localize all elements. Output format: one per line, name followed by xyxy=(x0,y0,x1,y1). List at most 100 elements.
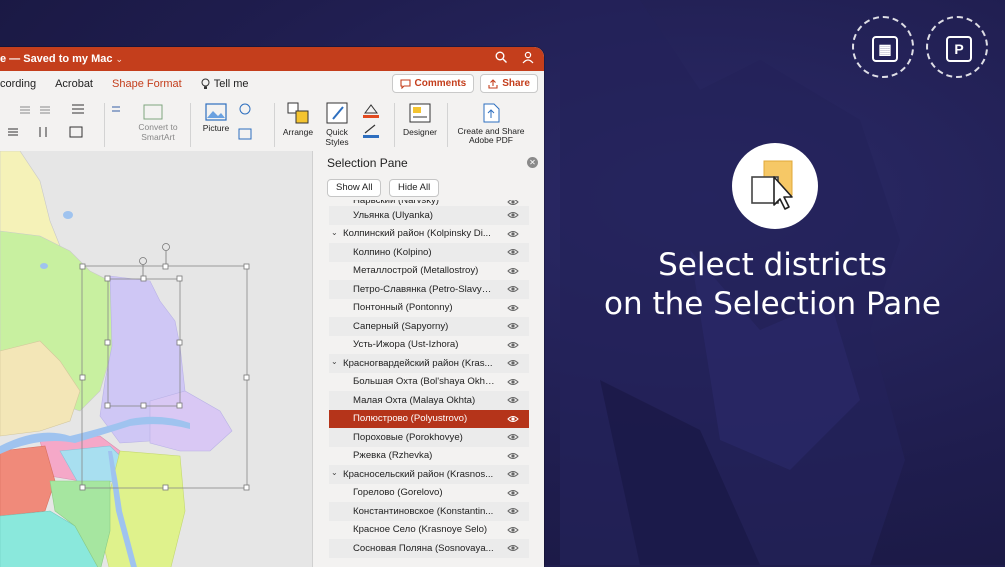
selection-icon-circle xyxy=(732,143,818,229)
eye-icon[interactable] xyxy=(507,433,519,441)
selection-item-label: Ульянка (Ulyanka) xyxy=(353,209,434,221)
eye-icon[interactable] xyxy=(507,415,519,423)
show-all-button[interactable]: Show All xyxy=(327,179,382,197)
eye-icon[interactable] xyxy=(507,285,519,293)
eye-icon[interactable] xyxy=(507,248,519,256)
eye-icon[interactable] xyxy=(507,211,519,219)
fill-outline-icons xyxy=(363,104,379,138)
arrange-label: Arrange xyxy=(282,127,314,137)
quick-styles-button[interactable]: Quick Styles xyxy=(318,101,356,147)
selection-item-label: Большая Охта (Bol'shaya Okhta) xyxy=(353,376,495,388)
eye-icon[interactable] xyxy=(507,452,519,460)
selection-list-item[interactable]: Понтонный (Pontonny) xyxy=(329,299,529,318)
designer-icon xyxy=(409,103,431,123)
picture-button[interactable]: Picture xyxy=(196,103,236,133)
share-people-icon[interactable] xyxy=(521,51,534,64)
convert-smartart-button[interactable]: Convert to SmartArt xyxy=(132,122,184,142)
create-share-pdf-label: Create and Share Adobe PDF xyxy=(457,126,525,145)
share-button[interactable]: Share xyxy=(480,74,538,93)
designer-label: Designer xyxy=(402,127,438,137)
selection-item-label: Красносельский район (Krasnos... xyxy=(343,468,494,480)
search-icon[interactable] xyxy=(495,51,507,63)
selection-list: Нарвский (Narvsky) Ульянка (Ulyanka) ⌄ Колп… xyxy=(329,200,529,567)
eye-icon[interactable] xyxy=(507,396,519,404)
title-chevron-icon[interactable]: ⌄ xyxy=(116,54,124,65)
chevron-down-icon[interactable]: ⌄ xyxy=(331,357,338,366)
selection-list-item[interactable]: Петро-Славянка (Petro-Slavya... xyxy=(329,280,529,299)
selection-list-item[interactable]: Красное Село (Krasnoye Selo) xyxy=(329,521,529,540)
smartart-icons xyxy=(112,104,163,120)
ribbon-separator xyxy=(104,103,105,147)
selection-list-item[interactable]: Сосновая Поляна (Sosnovaya... xyxy=(329,539,529,558)
eye-icon[interactable] xyxy=(507,304,519,312)
comments-button[interactable]: Comments xyxy=(391,74,475,93)
ribbon-separator xyxy=(274,103,275,147)
paragraph-controls xyxy=(8,104,84,138)
selection-list-item[interactable]: Константиновское (Konstantin... xyxy=(329,502,529,521)
designer-button[interactable]: Designer xyxy=(398,101,442,137)
eye-icon[interactable] xyxy=(507,359,519,367)
tell-me-label: Tell me xyxy=(213,78,249,90)
selection-list-item[interactable]: Большая Охта (Bol'shaya Okhta) xyxy=(329,373,529,392)
district-map[interactable] xyxy=(0,151,312,567)
selection-item-label: Усть-Ижора (Ust-Izhora) xyxy=(353,339,459,351)
selection-item-label: Пороховые (Porokhovye) xyxy=(353,431,463,443)
eye-icon[interactable] xyxy=(507,526,519,534)
tab-recording[interactable]: cording xyxy=(0,78,36,90)
eye-icon[interactable] xyxy=(507,470,519,478)
eye-icon[interactable] xyxy=(507,544,519,552)
selection-list-item[interactable]: Колпино (Kolpino) xyxy=(329,243,529,262)
selection-list-item[interactable]: Ульянка (Ulyanka) xyxy=(329,206,529,225)
powerpoint-badge: P xyxy=(926,16,988,78)
tab-tell-me[interactable]: Tell me xyxy=(201,78,249,90)
window-title: e — Saved to my Mac xyxy=(0,53,113,65)
eye-icon[interactable] xyxy=(507,267,519,275)
selection-list-item[interactable]: Малая Охта (Malaya Okhta) xyxy=(329,391,529,410)
close-icon[interactable]: ✕ xyxy=(527,157,538,168)
lightbulb-icon xyxy=(201,78,210,89)
arrange-button[interactable]: Arrange xyxy=(280,101,316,137)
selection-pane: Selection Pane ✕ Show All Hide All Нарвс… xyxy=(312,151,544,567)
selection-list-item[interactable]: ⌄ Красногвардейский район (Kras... xyxy=(329,354,529,373)
selection-list-item[interactable]: Саперный (Sapyorny) xyxy=(329,317,529,336)
selection-item-label: Сосновая Поляна (Sosnovaya... xyxy=(353,542,494,554)
slide-canvas[interactable] xyxy=(0,151,312,567)
chevron-down-icon[interactable]: ⌄ xyxy=(331,228,338,237)
eye-icon[interactable] xyxy=(507,322,519,330)
eye-icon[interactable] xyxy=(507,378,519,386)
quick-styles-label: Quick Styles xyxy=(325,127,349,147)
selection-list-item[interactable]: Горелово (Gorelovo) xyxy=(329,484,529,503)
selection-list-item[interactable]: Полюстрово (Polyustrovo) xyxy=(329,409,529,428)
shape-fill-icons xyxy=(238,103,252,140)
selection-item-label: Колпино (Kolpino) xyxy=(353,246,432,258)
tab-acrobat[interactable]: Acrobat xyxy=(55,78,93,90)
selection-item-label: Саперный (Sapyorny) xyxy=(353,320,449,332)
selection-item-label: Металлострой (Metallostroy) xyxy=(353,265,479,277)
eye-icon[interactable] xyxy=(507,507,519,515)
ribbon-tabs: cording Acrobat Shape Format Tell me Com… xyxy=(0,71,544,97)
tab-shape-format[interactable]: Shape Format xyxy=(112,78,182,90)
selection-item-label: Петро-Славянка (Petro-Slavya... xyxy=(353,283,495,295)
selection-list-item[interactable]: Металлострой (Metallostroy) xyxy=(329,262,529,281)
select-shape-icon xyxy=(751,160,793,210)
hide-all-button[interactable]: Hide All xyxy=(389,179,440,197)
promo-line-1: Select districts xyxy=(658,247,887,283)
selection-item-label: Малая Охта (Malaya Okhta) xyxy=(353,394,476,406)
eye-icon[interactable] xyxy=(507,341,519,349)
selection-item-label: Константиновское (Konstantin... xyxy=(353,505,494,517)
create-share-pdf-button[interactable]: Create and Share Adobe PDF xyxy=(452,101,530,145)
ribbon-toolbar: Convert to SmartArt Picture Arrange Quic… xyxy=(0,97,544,152)
selection-list-item[interactable]: Пороховые (Porokhovye) xyxy=(329,428,529,447)
selection-list-item[interactable]: Усть-Ижора (Ust-Izhora) xyxy=(329,336,529,355)
eye-icon[interactable] xyxy=(507,230,519,238)
selection-list-item[interactable]: Ржевка (Rzhevka) xyxy=(329,447,529,466)
comment-icon xyxy=(399,78,411,89)
powerpoint-window: e — Saved to my Mac ⌄ cording Acrobat Sh… xyxy=(0,47,544,567)
chevron-down-icon[interactable]: ⌄ xyxy=(331,468,338,477)
eye-icon[interactable] xyxy=(507,489,519,497)
ribbon-separator xyxy=(447,103,448,147)
selection-list-item[interactable]: ⌄ Красносельский район (Krasnos... xyxy=(329,465,529,484)
selection-list-item[interactable]: ⌄ Колпинский район (Kolpinsky Di... xyxy=(329,225,529,244)
selection-item-label: Красное Село (Krasnoye Selo) xyxy=(353,524,488,536)
selection-item-label: Колпинский район (Kolpinsky Di... xyxy=(343,228,491,240)
